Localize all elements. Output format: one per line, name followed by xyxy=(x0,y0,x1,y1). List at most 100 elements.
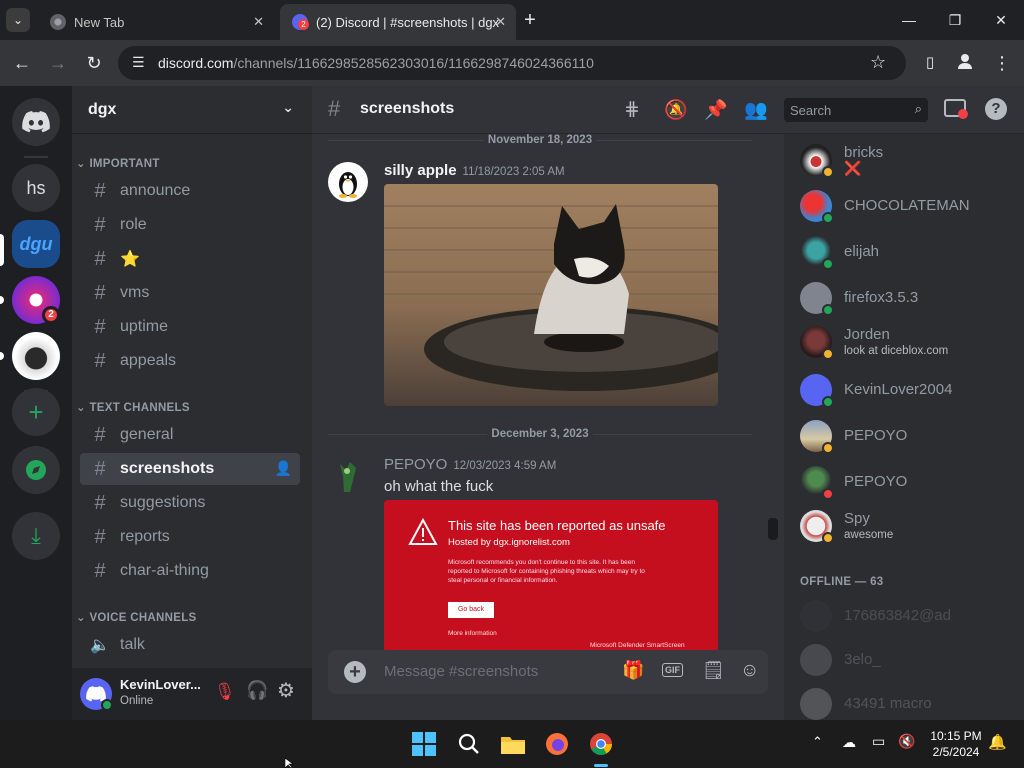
forward-button[interactable]: → xyxy=(46,51,70,75)
channel-suggestions[interactable]: # suggestions xyxy=(80,487,300,519)
voice-channel-talk[interactable]: 🔈 talk xyxy=(80,629,300,661)
category-text-channels[interactable]: ⌄ TEXT CHANNELS xyxy=(76,400,190,414)
member-pepoyo[interactable]: PEPOYO xyxy=(800,420,1020,462)
chrome-icon[interactable] xyxy=(587,730,615,758)
member-spy[interactable]: Spy awesome xyxy=(800,510,1020,552)
side-panel-icon[interactable]: ▯ xyxy=(918,51,942,75)
back-button[interactable]: ← xyxy=(10,51,34,75)
channel-reports[interactable]: # reports xyxy=(80,521,300,553)
explore-servers-icon[interactable] xyxy=(12,446,60,494)
search-icon[interactable] xyxy=(455,730,483,758)
scrollbar-thumb[interactable] xyxy=(768,518,778,540)
avatar[interactable] xyxy=(80,678,113,711)
member-chocolateman[interactable]: CHOCOLATEMAN xyxy=(800,190,1020,232)
cat-dj-gif[interactable] xyxy=(384,184,718,406)
hash-icon: # xyxy=(94,281,106,304)
close-tab-icon[interactable]: ✕ xyxy=(253,14,264,30)
date-divider: November 18, 2023 xyxy=(328,134,752,146)
idle-status-icon xyxy=(822,348,834,360)
minimize-button[interactable]: — xyxy=(894,8,924,32)
emoji-icon[interactable]: ☺ xyxy=(740,660,759,682)
message-composer[interactable]: + Message #screenshots 🎁 GIF 🗒 ☺ xyxy=(328,650,768,694)
message-author[interactable]: PEPOYO xyxy=(384,456,447,473)
inbox-icon[interactable] xyxy=(944,99,968,119)
tray-overflow-icon[interactable]: ⌃ xyxy=(812,734,823,750)
restore-button[interactable]: ❐ xyxy=(940,8,970,32)
tab-search-button[interactable]: ⌄ xyxy=(6,8,30,32)
member-list-icon[interactable]: 👥 xyxy=(744,98,768,122)
member-firefox353[interactable]: firefox3.5.3 xyxy=(800,282,1020,324)
close-tab-icon[interactable]: ✕ xyxy=(495,14,506,30)
member-kevinlover2004[interactable]: KevinLover2004 xyxy=(800,374,1020,416)
notification-bell-off-icon[interactable]: 🔕 xyxy=(664,98,688,122)
headphones-icon[interactable]: 🎧 xyxy=(246,680,268,701)
search-input[interactable]: Search ⌕ xyxy=(784,98,928,122)
member-bricks[interactable]: bricks ❌ xyxy=(800,144,1020,186)
cloud-off-icon[interactable]: ☁ xyxy=(842,734,856,751)
channel-announce[interactable]: # announce xyxy=(80,175,300,207)
network-icon[interactable]: ▭ xyxy=(872,733,885,750)
avatar[interactable] xyxy=(328,162,368,202)
member-offline[interactable]: 176863842@ad xyxy=(800,600,1020,642)
search-icon: ⌕ xyxy=(914,101,922,116)
member-elijah[interactable]: elijah xyxy=(800,236,1020,278)
member-name: 3elo_ xyxy=(844,651,881,668)
member-jorden[interactable]: Jorden look at diceblox.com xyxy=(800,326,1020,368)
member-pepoyo-2[interactable]: PEPOYO xyxy=(800,466,1020,508)
tab-discord[interactable]: 2 (2) Discord | #screenshots | dgx ✕ xyxy=(280,4,516,40)
reload-button[interactable]: ↻ xyxy=(82,51,106,75)
channel-vms[interactable]: # vms xyxy=(80,277,300,309)
sticker-icon[interactable]: 🗒 xyxy=(702,660,725,681)
avatar[interactable] xyxy=(328,456,368,496)
channel-appeals[interactable]: # appeals xyxy=(80,345,300,377)
gift-icon[interactable]: 🎁 xyxy=(622,660,644,681)
address-bar[interactable]: ☰ discord.com/channels/11662985285623030… xyxy=(118,46,906,80)
guild-header[interactable]: dgx ⌄ xyxy=(72,86,312,134)
add-server-icon[interactable]: + xyxy=(12,388,60,436)
direct-messages-button[interactable] xyxy=(12,98,60,146)
volume-muted-icon[interactable]: 🔇 xyxy=(898,733,915,750)
category-important[interactable]: ⌄ IMPORTANT xyxy=(76,156,160,170)
new-tab-button[interactable]: + xyxy=(518,8,542,32)
download-apps-icon[interactable]: ⤓ xyxy=(12,512,60,560)
url-path: /channels/1166298528562303016/1166298746… xyxy=(233,55,594,71)
channel-label: screenshots xyxy=(120,460,215,477)
site-info-icon[interactable]: ☰ xyxy=(132,54,145,71)
settings-gear-icon[interactable]: ⚙ xyxy=(277,678,295,703)
profile-icon[interactable] xyxy=(953,51,977,75)
message-author[interactable]: silly apple xyxy=(384,162,457,179)
channel-screenshots[interactable]: # screenshots 👤 xyxy=(80,453,300,485)
help-icon[interactable]: ? xyxy=(985,98,1007,120)
channel-role[interactable]: # role xyxy=(80,209,300,241)
menu-icon[interactable]: ⋮ xyxy=(990,51,1014,75)
mute-mic-icon[interactable]: 🎙 xyxy=(214,682,236,702)
clock[interactable]: 10:15 PM 2/5/2024 xyxy=(926,728,986,760)
bookmark-star-icon[interactable]: ☆ xyxy=(870,52,886,73)
gif-button[interactable]: GIF xyxy=(662,663,683,677)
server-label: hs xyxy=(26,177,46,198)
firefox-icon[interactable] xyxy=(543,730,571,758)
channel-char-ai-thing[interactable]: # char-ai-thing xyxy=(80,555,300,587)
channel-star[interactable]: # ⭐ xyxy=(80,243,300,275)
channel-uptime[interactable]: # uptime xyxy=(80,311,300,343)
server-sunglasses-cat[interactable] xyxy=(12,332,60,380)
category-voice-channels[interactable]: ⌄ VOICE CHANNELS xyxy=(76,610,197,624)
server-hs[interactable]: hs xyxy=(12,164,60,212)
windows-start-icon[interactable] xyxy=(410,730,438,758)
add-attachment-icon[interactable]: + xyxy=(344,661,366,683)
member-offline[interactable]: 3elo_ xyxy=(800,644,1020,686)
channel-general[interactable]: # general xyxy=(80,419,300,451)
server-film-reel[interactable]: 2 xyxy=(12,276,60,324)
add-member-icon[interactable]: 👤 xyxy=(275,460,292,477)
server-dgu[interactable]: dgu xyxy=(12,220,60,268)
unsafe-site-screenshot[interactable]: This site has been reported as unsafe Ho… xyxy=(384,500,718,652)
file-explorer-icon[interactable] xyxy=(499,730,527,758)
message-header: PEPOYO 12/03/2023 4:59 AM xyxy=(384,456,556,474)
close-window-button[interactable]: ✕ xyxy=(986,8,1016,32)
pin-icon[interactable]: 📌 xyxy=(704,98,728,122)
notification-bell-icon[interactable]: 🔔 xyxy=(988,733,1007,751)
threads-icon[interactable]: ⋕ xyxy=(624,98,640,121)
category-label: TEXT CHANNELS xyxy=(89,402,190,414)
tab-new-tab[interactable]: New Tab ✕ xyxy=(38,4,274,40)
member-name: PEPOYO xyxy=(844,427,908,444)
